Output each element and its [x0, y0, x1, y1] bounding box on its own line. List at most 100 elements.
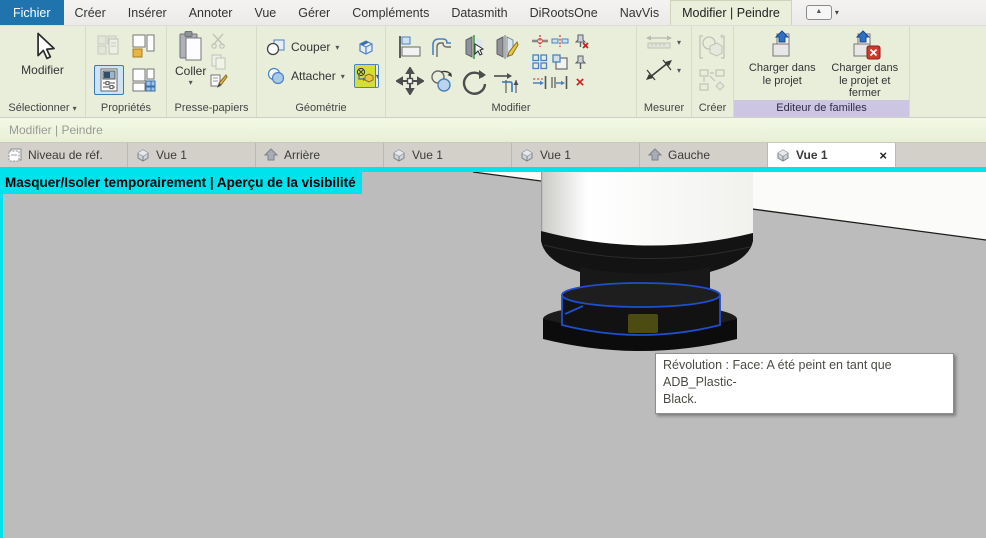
move-icon[interactable] [396, 67, 424, 95]
trim-single-icon[interactable] [531, 75, 549, 90]
paint-dropdown-icon[interactable]: ▾ [376, 72, 378, 81]
mirror-pick-axis-icon[interactable] [461, 34, 487, 60]
ribbon: Modifier Sélectionner ▾ Propriétés Colle… [0, 26, 986, 118]
array-icon[interactable] [532, 53, 548, 70]
pin-icon[interactable] [572, 54, 588, 70]
view-tab-arriere[interactable]: Arrière [256, 143, 384, 167]
close-tab-icon[interactable]: × [879, 148, 887, 163]
olive-label-patch [628, 314, 658, 333]
family-types-icon [132, 68, 156, 92]
collapse-ribbon-icon[interactable]: ▲ [805, 5, 832, 20]
tab-navvis[interactable]: NavVis [609, 0, 670, 25]
demolish-cube-icon[interactable] [356, 38, 376, 56]
split-element-icon[interactable] [531, 34, 549, 48]
cut-geometry-button[interactable]: Couper [266, 38, 330, 56]
collapse-dropdown-icon[interactable]: ▾ [835, 8, 839, 17]
tab-annoter[interactable]: Annoter [178, 0, 244, 25]
measure-dropdown-icon[interactable]: ▾ [677, 38, 681, 47]
copy-icon-modify[interactable] [429, 69, 455, 93]
paint-tool-button[interactable]: ▾ [353, 64, 379, 88]
type-properties-button[interactable] [94, 31, 124, 61]
scale-icon[interactable] [552, 53, 568, 70]
tab-vue[interactable]: Vue [243, 0, 287, 25]
align-icon[interactable] [397, 35, 423, 59]
create-similar-icon[interactable] [698, 68, 726, 92]
ribbon-empty-area [910, 26, 986, 117]
tooltip-line2: Black. [663, 391, 698, 406]
panel-label-editeur-familles[interactable]: Editeur de familles [734, 100, 909, 117]
family-category-button[interactable] [128, 31, 158, 61]
ribbon-collapse-control[interactable]: ▲ ▾ [805, 0, 839, 25]
panel-label-proprietes[interactable]: Propriétés [86, 100, 166, 117]
modify-button[interactable]: Modifier [0, 26, 85, 77]
panel-label-creer[interactable]: Créer [692, 100, 733, 117]
delete-icon[interactable]: × [576, 75, 585, 90]
tab-modifier-peindre[interactable]: Modifier | Peindre [670, 0, 792, 25]
trim-extend-icon[interactable] [492, 68, 520, 94]
tab-complements[interactable]: Compléments [341, 0, 440, 25]
view-tab-label: Gauche [668, 148, 711, 162]
rotate-icon[interactable] [460, 67, 488, 95]
tab-datasmith[interactable]: Datasmith [440, 0, 518, 25]
cut-dropdown-icon[interactable]: ▾ [335, 43, 339, 52]
measure2-dropdown-icon[interactable]: ▾ [677, 66, 681, 75]
elevation-view-icon [648, 148, 662, 161]
white-cylinder[interactable] [541, 172, 753, 247]
join-dropdown-icon[interactable]: ▾ [341, 72, 345, 81]
load-into-project-close-icon [853, 30, 881, 60]
paint-status-tooltip: Révolution : Face: A été peint en tant q… [655, 353, 954, 414]
trim-multiple-icon[interactable] [551, 75, 569, 90]
view-tab-vue1-active[interactable]: Vue 1 × [768, 143, 896, 167]
cursor-arrow-icon [36, 32, 55, 60]
match-properties-brush-icon[interactable] [210, 74, 228, 91]
tab-dirootsone[interactable]: DiRootsOne [519, 0, 609, 25]
modify-button-label: Modifier [21, 63, 64, 77]
load-into-project-label: Charger dans le projet [748, 62, 816, 87]
unpin-icon[interactable] [571, 33, 589, 49]
temporary-hide-isolate-banner[interactable]: Masquer/Isoler temporairement | Aperçu d… [0, 172, 362, 194]
view-tab-vue1-c[interactable]: Vue 1 [512, 143, 640, 167]
drawing-area[interactable]: Masquer/Isoler temporairement | Aperçu d… [0, 167, 986, 538]
panel-label-modifier[interactable]: Modifier [386, 100, 636, 117]
panel-selectionner: Modifier Sélectionner ▾ [0, 26, 86, 117]
mirror-draw-axis-icon[interactable] [493, 34, 519, 60]
split-with-gap-icon[interactable] [551, 34, 569, 48]
offset-icon[interactable] [429, 35, 455, 59]
family-category-icon [132, 34, 155, 58]
panel-creer: Créer [692, 26, 734, 117]
tab-inserer[interactable]: Insérer [117, 0, 178, 25]
panel-label-geometrie[interactable]: Géométrie [257, 100, 385, 117]
properties-palette-button[interactable] [94, 65, 124, 95]
view-3d-icon [137, 149, 149, 162]
paste-button[interactable]: Coller ▾ [175, 30, 206, 100]
load-into-project-icon [772, 30, 790, 57]
view-3d-icon [777, 149, 789, 162]
measure-between-refs-icon[interactable] [645, 34, 673, 50]
options-bar-mode-text: Modifier | Peindre [9, 123, 103, 137]
tab-creer[interactable]: Créer [64, 0, 117, 25]
load-into-project-button[interactable]: Charger dans le projet [744, 30, 821, 100]
panel-label-selectionner[interactable]: Sélectionner ▾ [0, 100, 85, 117]
view-tab-label: Arrière [284, 148, 321, 162]
load-into-project-close-button[interactable]: Charger dans le projet et fermer [827, 30, 904, 100]
create-group-icon[interactable] [698, 34, 726, 60]
join-geometry-label: Attacher [291, 69, 336, 83]
measure-along-element-icon[interactable] [645, 58, 673, 82]
paste-dropdown-icon[interactable]: ▾ [189, 78, 193, 87]
view-tab-label: Vue 1 [412, 148, 443, 162]
panel-presse-papiers: Coller ▾ Presse-papiers [167, 26, 257, 117]
view-tab-label: Vue 1 [156, 148, 187, 162]
tab-gerer[interactable]: Gérer [287, 0, 341, 25]
cut-icon[interactable] [210, 32, 227, 49]
panel-label-mesurer[interactable]: Mesurer [637, 100, 691, 117]
panel-label-presse-papiers[interactable]: Presse-papiers [167, 100, 256, 117]
view-tab-niveau-de-ref[interactable]: Niveau de réf. [0, 143, 128, 167]
family-types-button[interactable] [128, 65, 158, 95]
copy-icon[interactable] [210, 53, 227, 70]
options-bar: Modifier | Peindre [0, 118, 986, 143]
view-tab-vue1-b[interactable]: Vue 1 [384, 143, 512, 167]
view-tab-gauche[interactable]: Gauche [640, 143, 768, 167]
tab-fichier[interactable]: Fichier [0, 0, 64, 25]
join-geometry-button[interactable]: Attacher [266, 67, 336, 85]
view-tab-vue1-a[interactable]: Vue 1 [128, 143, 256, 167]
